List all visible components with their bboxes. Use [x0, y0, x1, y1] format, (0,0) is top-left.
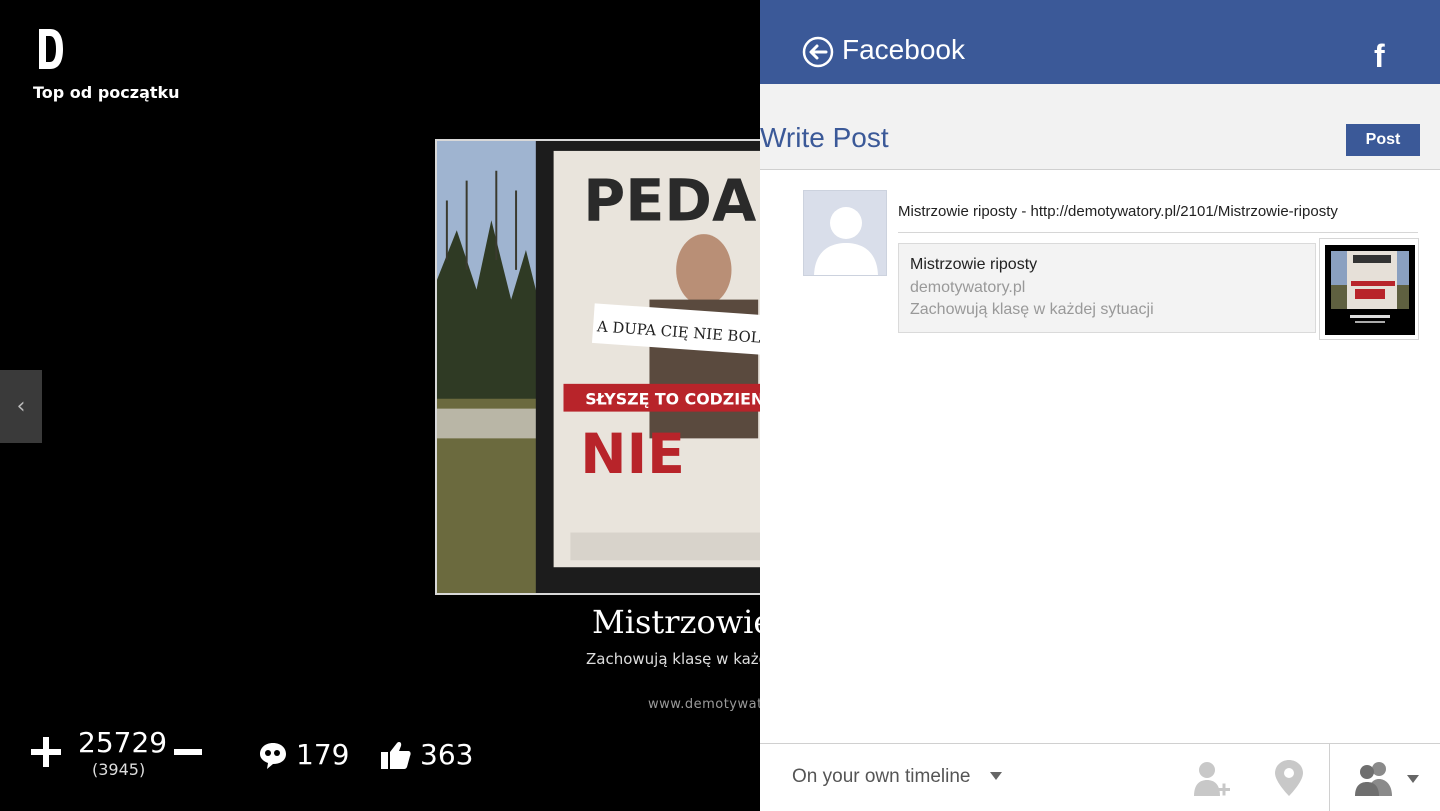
minus-icon[interactable]	[172, 734, 204, 770]
write-post-title: Write Post	[760, 122, 889, 153]
link-thumbnail-image	[1325, 245, 1415, 335]
link-description: Zachowują klasę w każdej sytuacji	[910, 301, 1154, 318]
chevron-left-icon: ‹	[16, 394, 26, 419]
facebook-footer: On your own timeline	[760, 743, 1440, 811]
vote-score: 25729	[78, 726, 168, 759]
post-button[interactable]: Post	[1346, 124, 1420, 156]
location-pin-icon[interactable]	[1272, 758, 1306, 798]
post-image[interactable]: PEDA A DUPA CIĘ NIE BOLI SŁYSZĘ TO CODZI…	[435, 139, 760, 595]
link-thumbnail[interactable]	[1319, 238, 1419, 340]
demotywatory-app: Top od początku ‹ PEDA A DUPA CIĘ NIE BO…	[0, 0, 760, 810]
facebook-header: Facebook f	[760, 0, 1440, 84]
privacy-friends-icon[interactable]	[1354, 758, 1394, 798]
link-title: Mistrzowie riposty	[910, 256, 1038, 273]
facebook-logo-icon: f	[1374, 38, 1385, 74]
audience-selector[interactable]: On your own timeline	[792, 766, 970, 788]
chevron-down-icon[interactable]	[990, 772, 1002, 780]
previous-item-button[interactable]: ‹	[0, 370, 42, 443]
comments-button[interactable]: 179	[258, 738, 349, 771]
sign-banner-text: SŁYSZĘ TO CODZIENNIE	[585, 390, 760, 409]
vote-count-sub: (3945)	[92, 760, 146, 779]
plus-icon[interactable]	[28, 734, 64, 770]
post-title: Mistrzowie riposty	[592, 603, 760, 641]
post-subtitle: Zachowują klasę w każdej sytuacji	[586, 650, 760, 668]
sign-bottom-text: NIE	[580, 423, 685, 487]
post-photo: PEDA A DUPA CIĘ NIE BOLI SŁYSZĘ TO CODZI…	[437, 141, 760, 593]
back-arrow-icon[interactable]	[802, 36, 834, 68]
thumbs-up-icon	[381, 741, 411, 769]
link-domain: demotywatory.pl	[910, 279, 1026, 296]
likes-button[interactable]: 363	[380, 738, 473, 771]
post-watermark: www.demotywatory.pl	[648, 697, 760, 712]
privacy-chevron-down-icon[interactable]	[1407, 775, 1419, 783]
facebook-share-pane: Facebook f Write Post Post Mistrzowie ri…	[760, 0, 1440, 811]
default-avatar-icon	[814, 207, 878, 275]
avatar	[803, 190, 887, 276]
likes-count: 363	[420, 738, 474, 771]
post-actions-bar: 25729 (3945) 179 363	[0, 720, 760, 810]
link-preview-card[interactable]: Mistrzowie riposty demotywatory.pl Zacho…	[898, 243, 1316, 333]
footer-divider	[1329, 744, 1330, 811]
app-logo-icon[interactable]	[36, 26, 66, 72]
tag-friends-icon[interactable]	[1192, 760, 1230, 798]
sign-text-top: PEDA	[583, 167, 757, 234]
facebook-title: Facebook	[842, 34, 965, 65]
comment-icon	[260, 742, 286, 769]
section-title: Top od początku	[33, 83, 180, 102]
comments-count: 179	[296, 738, 350, 771]
post-text-input[interactable]	[898, 190, 1418, 233]
